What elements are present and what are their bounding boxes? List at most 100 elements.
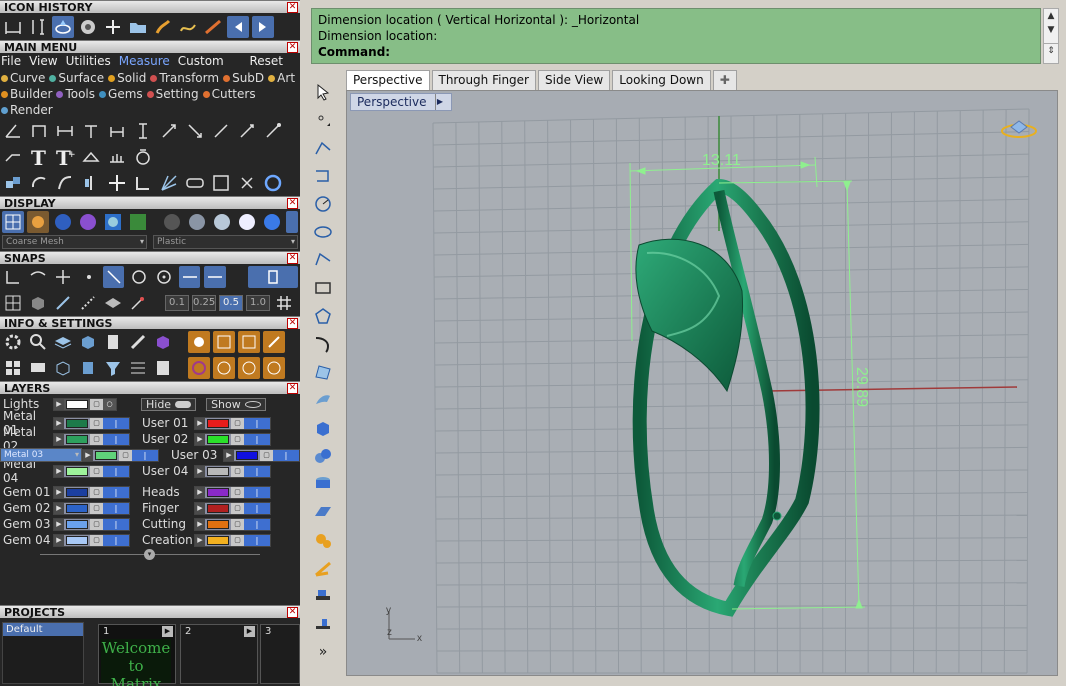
layer-visible-icon[interactable]: |	[103, 433, 129, 445]
sweep-icon[interactable]	[202, 16, 224, 38]
windows-icon[interactable]	[2, 357, 24, 379]
menu-measure[interactable]: Measure	[119, 53, 170, 70]
close-icon[interactable]: ✕	[287, 253, 298, 264]
collapse-icon[interactable]: ▾	[144, 549, 155, 560]
layer-name[interactable]: Gem 02	[0, 501, 53, 515]
viewport-scene[interactable]: 13.11 29.89 y z x	[347, 91, 1058, 676]
dimension-icon[interactable]	[28, 120, 50, 142]
grid-hash-icon[interactable]	[273, 292, 295, 314]
transform-settings-icon[interactable]	[188, 331, 210, 353]
chrome-sphere-icon[interactable]	[211, 211, 233, 233]
category-curve[interactable]: Curve	[1, 70, 45, 86]
lights-control[interactable]: ▶ ▢ ○	[53, 397, 117, 411]
category-cutters[interactable]: Cutters	[202, 86, 256, 102]
document-icon[interactable]	[102, 331, 124, 353]
layer-name[interactable]: Cutting	[142, 517, 194, 531]
expand-arrow-icon[interactable]: ▶	[195, 534, 205, 546]
ring-tool-icon[interactable]	[52, 15, 74, 38]
wireframe-icon[interactable]	[2, 211, 24, 233]
layer-controls[interactable]: ▶ ▢ |	[194, 501, 271, 515]
search-icon[interactable]	[27, 331, 49, 353]
copy-icon[interactable]	[213, 331, 235, 353]
lock-icon[interactable]: ▢	[231, 534, 244, 546]
box-snap-icon[interactable]	[27, 292, 49, 314]
close-icon[interactable]: ✕	[287, 2, 298, 13]
snap-point-icon[interactable]	[78, 266, 99, 288]
settings-gear-icon[interactable]	[2, 331, 24, 353]
lock-icon[interactable]: ▢	[90, 417, 103, 429]
pipe-icon[interactable]	[152, 16, 174, 38]
lock-icon[interactable]: ▢	[90, 534, 103, 546]
close-icon[interactable]: ✕	[287, 607, 298, 618]
layer-name[interactable]: User 04	[142, 464, 194, 478]
snap-center-icon[interactable]	[128, 266, 149, 288]
category-transform[interactable]: Transform	[150, 70, 219, 86]
layer-visible-icon[interactable]: |	[244, 417, 270, 429]
slot-arrow-icon[interactable]: ▶	[244, 626, 255, 637]
dimension-icon[interactable]	[2, 16, 24, 38]
layer-color-swatch[interactable]	[66, 535, 88, 545]
snap-value-2[interactable]: 0.5	[219, 295, 243, 311]
expand-arrow-icon[interactable]: ▶	[54, 465, 64, 477]
expand-arrow-icon[interactable]: ▶	[224, 449, 234, 461]
dotted-snap-icon[interactable]	[77, 292, 99, 314]
layer-visible-icon[interactable]: |	[103, 465, 129, 477]
snap-end-icon[interactable]	[2, 266, 23, 288]
expand-arrow-icon[interactable]: ▶	[54, 502, 64, 514]
project-slot-2[interactable]: 2 ▶	[180, 624, 258, 684]
snap-lock-icon[interactable]	[247, 266, 299, 288]
gumball-icon[interactable]	[311, 556, 335, 580]
layer-color-swatch[interactable]	[207, 519, 229, 529]
ring-gauge-icon[interactable]	[132, 146, 154, 168]
text-dimension-icon[interactable]: T +	[54, 146, 76, 168]
lock-icon[interactable]: ▢	[90, 502, 103, 514]
snap-mid-icon[interactable]	[103, 266, 125, 288]
vertical-dimension-icon[interactable]	[132, 120, 154, 142]
layer-visible-icon[interactable]: |	[244, 518, 270, 530]
bail-hole[interactable]	[772, 511, 782, 521]
circle-center-icon[interactable]	[311, 192, 335, 216]
layer-color-swatch[interactable]	[66, 503, 88, 513]
arc-icon[interactable]	[311, 248, 335, 272]
layer-color-swatch[interactable]	[66, 466, 88, 476]
layer-visible-icon[interactable]: |	[244, 534, 270, 546]
export-icon[interactable]	[263, 331, 285, 353]
environment-icon[interactable]	[102, 211, 124, 233]
area-icon[interactable]	[80, 146, 102, 168]
menu-utilities[interactable]: Utilities	[66, 53, 111, 70]
paste-icon[interactable]	[238, 331, 260, 353]
close-icon[interactable]: ✕	[287, 318, 298, 329]
layer-color-swatch[interactable]	[207, 418, 229, 428]
layer-controls[interactable]: ▶ ▢ |	[194, 432, 271, 446]
viewport-title-bar[interactable]: Perspective ▶	[350, 93, 452, 111]
chain-icon[interactable]	[184, 172, 206, 194]
lock-icon[interactable]: ▢	[90, 465, 103, 477]
layer-color-swatch[interactable]	[207, 434, 229, 444]
prong-icon[interactable]	[213, 357, 235, 379]
tab-looking-down[interactable]: Looking Down	[612, 70, 711, 90]
menu-file[interactable]: File	[1, 53, 21, 70]
layer-controls[interactable]: ▶ ▢ |	[53, 485, 130, 499]
snap-cross-icon[interactable]	[53, 266, 74, 288]
polygon-icon[interactable]	[311, 304, 335, 328]
folder-icon[interactable]	[127, 16, 149, 38]
purple-cube-icon[interactable]	[152, 331, 174, 353]
material-select[interactable]: Plastic	[153, 235, 298, 249]
properties-icon[interactable]	[152, 357, 174, 379]
snap-tan-icon[interactable]	[179, 266, 201, 288]
expand-arrow-icon[interactable]: ▶	[54, 518, 64, 530]
select-arrow-icon[interactable]	[311, 80, 335, 104]
snap-perp-icon[interactable]	[204, 266, 226, 288]
layer-visible-icon[interactable]: |	[103, 534, 129, 546]
expand-arrow-icon[interactable]: ▶	[54, 398, 64, 410]
point-icon[interactable]	[311, 108, 335, 132]
layer-controls[interactable]: ▶ ▢ |	[53, 501, 130, 515]
category-solid[interactable]: Solid	[108, 70, 146, 86]
hammer-icon[interactable]	[311, 584, 335, 608]
command-prompt[interactable]: Command:	[318, 44, 1034, 60]
layer-color-swatch[interactable]	[236, 450, 258, 460]
command-area[interactable]: Dimension location ( Vertical Horizontal…	[311, 8, 1041, 64]
lock-icon[interactable]: ▢	[90, 398, 103, 410]
expand-arrow-icon[interactable]: ▶	[83, 449, 93, 461]
hide-button[interactable]: Hide	[141, 397, 197, 411]
